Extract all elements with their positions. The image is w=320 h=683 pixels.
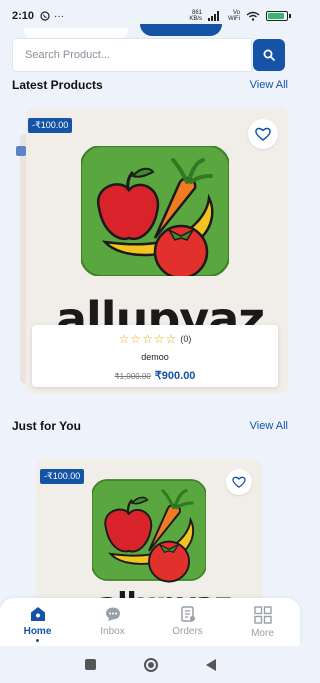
view-all-link[interactable]: View All	[250, 420, 288, 432]
wishlist-button[interactable]	[226, 469, 252, 495]
chat-icon	[105, 607, 120, 621]
latest-products-header: Latest Products View All	[12, 78, 288, 92]
just-for-you-header: Just for You View All	[12, 419, 288, 433]
product-image	[81, 146, 229, 276]
volte-wifi-label: Vo WiFi	[228, 10, 240, 22]
rating-count: (0)	[180, 334, 192, 344]
star-icon: ☆	[142, 332, 153, 346]
nav-label: Home	[23, 626, 52, 637]
search-input[interactable]	[25, 49, 251, 61]
battery-icon	[266, 11, 291, 21]
nav-inbox[interactable]: Inbox	[75, 598, 150, 646]
product-card[interactable]: allupyaz -₹100.00	[36, 459, 262, 609]
back-button[interactable]	[205, 658, 216, 671]
banner-remnant-card	[24, 28, 128, 38]
star-icon: ☆	[118, 332, 130, 346]
net-speed: 861 KB/s	[189, 10, 202, 22]
sale-price: ₹900.00	[154, 370, 196, 382]
product-card[interactable]: allupyaz -₹100.00 ☆ ☆ ☆ ☆ ☆ (0) demoo ₹1,000.…	[26, 108, 288, 394]
nav-orders[interactable]: Orders	[150, 598, 225, 646]
nav-label: Inbox	[100, 626, 125, 637]
nav-label: Orders	[172, 626, 203, 637]
whatsapp-icon	[40, 11, 50, 21]
more-notifications-icon: ···	[54, 10, 65, 22]
original-price: ₹1,000.00	[114, 372, 151, 381]
product-name: demoo	[141, 352, 169, 362]
view-all-link[interactable]: View All	[250, 79, 288, 91]
wishlist-button[interactable]	[248, 119, 278, 149]
cell-signal-icon	[208, 11, 222, 21]
system-nav-bar	[0, 646, 300, 683]
rating-stars: ☆ ☆ ☆ ☆ ☆ (0)	[32, 333, 278, 345]
home-button[interactable]	[143, 657, 158, 672]
price-row: ₹1,000.00 ₹900.00	[32, 369, 278, 382]
wifi-icon	[246, 11, 260, 21]
nav-label: More	[251, 628, 274, 639]
star-icon: ☆	[165, 332, 177, 346]
section-title: Just for You	[12, 419, 81, 433]
heart-icon	[232, 476, 246, 488]
product-info: ☆ ☆ ☆ ☆ ☆ (0) demoo ₹1,000.00 ₹900.00	[32, 325, 278, 387]
nav-more[interactable]: More	[225, 598, 300, 646]
search-icon	[263, 49, 275, 61]
active-indicator	[36, 639, 39, 642]
search-button[interactable]	[253, 39, 285, 71]
search-bar	[12, 38, 252, 72]
discount-badge: -₹100.00	[28, 118, 73, 133]
grid-icon	[253, 606, 272, 624]
card-stack-marker	[16, 146, 26, 156]
home-icon	[30, 607, 45, 621]
product-image	[92, 479, 206, 583]
discount-badge: -₹100.00	[40, 469, 85, 484]
section-title: Latest Products	[12, 78, 103, 92]
star-icon: ☆	[153, 332, 165, 346]
heart-icon	[255, 127, 271, 141]
star-icon: ☆	[130, 332, 142, 346]
recents-button[interactable]	[84, 659, 96, 670]
orders-icon	[180, 606, 195, 622]
banner-remnant	[140, 24, 222, 36]
bottom-nav: Home Inbox Orders More	[0, 598, 300, 646]
status-time: 2:10	[12, 10, 35, 22]
nav-home[interactable]: Home	[0, 598, 75, 646]
